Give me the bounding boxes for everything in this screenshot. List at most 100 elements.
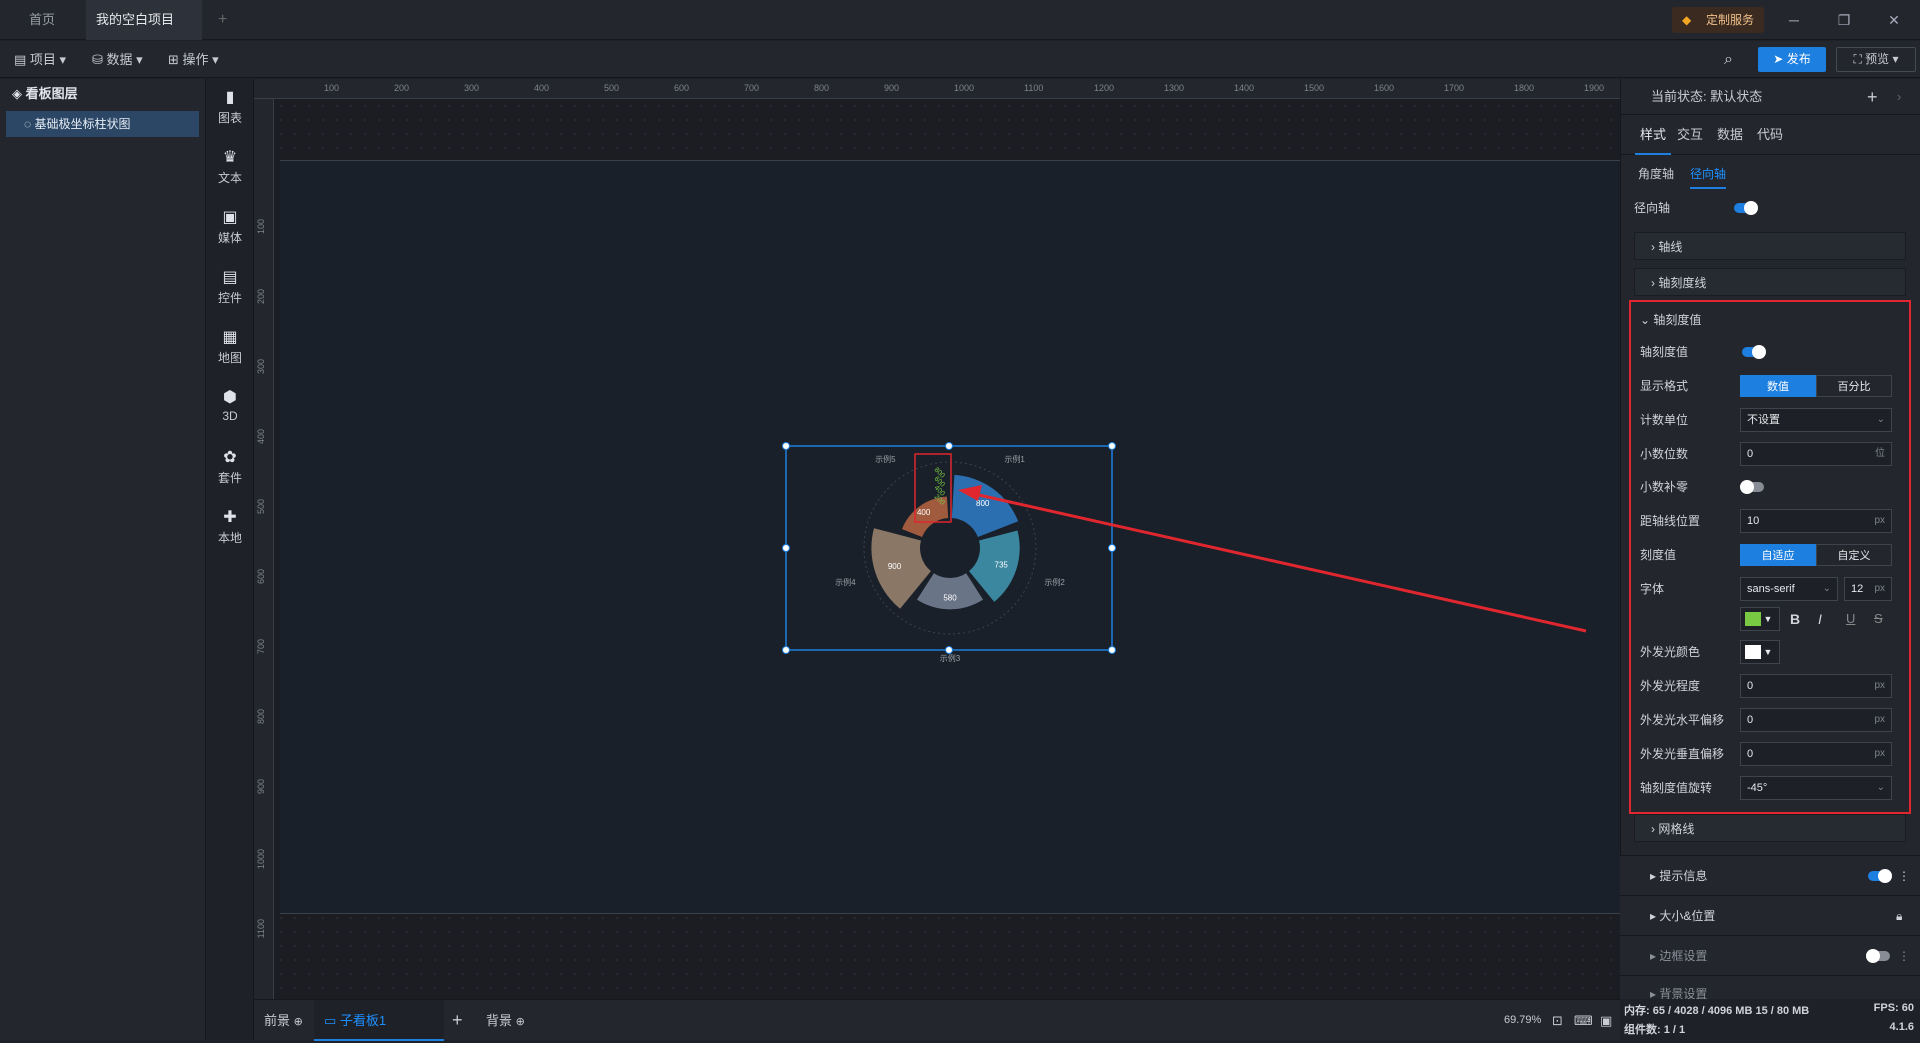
glow-h-input[interactable]: 0 px: [1740, 708, 1892, 732]
section-axis-line[interactable]: › 轴线: [1634, 232, 1906, 260]
add-subboard-button[interactable]: +: [452, 1000, 463, 1041]
section-grid[interactable]: › 网格线: [1634, 814, 1906, 842]
category-label: 示例4: [835, 577, 856, 587]
strikethrough-button[interactable]: S: [1874, 606, 1894, 632]
tab-style[interactable]: 样式: [1635, 115, 1671, 155]
polar-bar[interactable]: [916, 573, 984, 610]
radial-axis-row: 径向轴: [1634, 195, 1914, 221]
resize-handle[interactable]: [945, 442, 953, 450]
zero-pad-toggle[interactable]: [1740, 480, 1764, 494]
tooltip-toggle[interactable]: [1868, 869, 1892, 883]
tab-interaction[interactable]: 交互: [1677, 115, 1703, 155]
group-border[interactable]: ▸ 边框设置 ⋮: [1620, 935, 1920, 975]
rotate-select[interactable]: -45° ⌄: [1740, 776, 1892, 800]
fit-screen-icon[interactable]: ⊡: [1552, 1000, 1563, 1041]
axis-subtabs: 角度轴 径向轴: [1634, 159, 1919, 189]
font-family-select[interactable]: sans-serif ⌄: [1740, 577, 1838, 601]
close-icon[interactable]: ✕: [1872, 0, 1916, 40]
component-cube[interactable]: ⬢ 3D: [206, 387, 254, 423]
zoom-level[interactable]: 69.79%: [1504, 1000, 1541, 1041]
group-size-position[interactable]: ▸ 大小&位置 🔒︎: [1620, 895, 1920, 935]
component-bar: ▮ 图表 ♛ 文本 ▣ 媒体 ▤ 控件 ▦ 地图 ⬢ 3D ✿ 套件 ✚ 本地: [206, 79, 254, 1040]
main-toolbar: ▤ 项目 ▾ ⛁ 数据 ▾ ⊞ 操作 ▾ ⌕ ➤ 发布 ⛶ 预览 ▾: [0, 41, 1920, 78]
underline-button[interactable]: U: [1846, 606, 1866, 632]
status-bar: 内存: 65 / 4028 / 4096 MB 15 / 80 MB FPS: …: [1620, 999, 1920, 1040]
resize-handle[interactable]: [1108, 442, 1116, 450]
resize-handle[interactable]: [945, 646, 953, 654]
subboard-tab[interactable]: ▭ 子看板1: [314, 1000, 444, 1041]
more-icon[interactable]: ⋮: [1898, 936, 1910, 976]
font-size-input[interactable]: 12 px: [1844, 577, 1892, 601]
component-puzzle[interactable]: ✚ 本地: [206, 507, 254, 546]
publish-button[interactable]: ➤ 发布: [1758, 47, 1826, 72]
tab-project[interactable]: 我的空白项目: [86, 0, 202, 65]
border-toggle[interactable]: [1866, 949, 1890, 963]
add-state-icon[interactable]: +: [1867, 79, 1878, 115]
terminal-icon[interactable]: ▣: [1600, 1000, 1612, 1041]
tick-adaptive-button[interactable]: 自适应: [1740, 544, 1816, 566]
more-icon[interactable]: ⋮: [1898, 856, 1910, 896]
layer-item[interactable]: ◌ 基础极坐标柱状图: [6, 111, 199, 137]
glow-color-picker[interactable]: ▼: [1740, 640, 1780, 664]
component-chart[interactable]: ▮ 图表: [206, 87, 254, 126]
glow-h-label: 外发光水平偏移: [1640, 713, 1725, 727]
ruler-tick-label: 1000: [256, 849, 266, 870]
foreground-tab[interactable]: 前景 ⊕: [264, 1000, 303, 1041]
bold-button[interactable]: B: [1790, 606, 1810, 632]
minimize-icon[interactable]: ─: [1772, 0, 1816, 40]
selection-box[interactable]: [785, 445, 1113, 651]
resize-handle[interactable]: [782, 646, 790, 654]
component-text[interactable]: ♛ 文本: [206, 147, 254, 186]
resize-handle[interactable]: [1108, 544, 1116, 552]
menu-project[interactable]: ▤ 项目 ▾: [14, 41, 66, 78]
menu-data[interactable]: ⛁ 数据 ▾: [92, 41, 143, 78]
decimals-input[interactable]: 0位: [1740, 442, 1892, 466]
tab-data[interactable]: 数据: [1717, 115, 1743, 155]
resize-handle[interactable]: [782, 544, 790, 552]
font-color-picker[interactable]: ▼: [1740, 607, 1780, 631]
subtab-radial-axis[interactable]: 径向轴: [1690, 159, 1727, 189]
component-control[interactable]: ▤ 控件: [206, 267, 254, 306]
format-percent-button[interactable]: 百分比: [1816, 375, 1892, 397]
radial-axis-toggle[interactable]: [1734, 201, 1758, 215]
subtab-angle-axis[interactable]: 角度轴: [1638, 159, 1674, 189]
format-value-button[interactable]: 数值: [1740, 375, 1816, 397]
chevron-right-icon[interactable]: ›: [1897, 79, 1901, 115]
custom-service-button[interactable]: ◆ 定制服务: [1672, 7, 1765, 33]
group-background[interactable]: ▸ 背景设置: [1620, 975, 1920, 999]
canvas-area[interactable]: 800 示例1 735 示例2 580 示例3 900 示例4 400 示例5 800 600 400 2…: [274, 99, 1620, 999]
font-size-unit: px: [1874, 583, 1885, 594]
keyboard-icon[interactable]: ⌨: [1574, 1000, 1593, 1041]
control-icon: ▤: [222, 269, 238, 286]
bar-value-label: 735: [995, 561, 1009, 570]
tick-custom-button[interactable]: 自定义: [1816, 544, 1892, 566]
resize-handle[interactable]: [1108, 646, 1116, 654]
preview-button[interactable]: ⛶ 预览 ▾: [1836, 47, 1916, 72]
background-tab[interactable]: 背景 ⊕: [486, 1000, 525, 1041]
menu-operate[interactable]: ⊞ 操作 ▾: [168, 41, 219, 78]
component-label: 本地: [217, 531, 242, 545]
tab-code[interactable]: 代码: [1757, 115, 1783, 155]
axis-label-toggle[interactable]: [1742, 345, 1766, 359]
add-tab-button[interactable]: +: [208, 0, 237, 40]
section-axis-label[interactable]: ⌄ 轴刻度值: [1640, 307, 1920, 333]
search-icon[interactable]: ⌕: [1724, 41, 1733, 78]
ruler-tick-label: 1700: [1444, 83, 1465, 93]
ruler-tick-label: 100: [324, 83, 340, 93]
tab-home[interactable]: 首页: [0, 0, 84, 40]
resize-handle[interactable]: [782, 442, 790, 450]
component-media[interactable]: ▣ 媒体: [206, 207, 254, 246]
component-map[interactable]: ▦ 地图: [206, 327, 254, 366]
lock-icon[interactable]: 🔒︎: [1896, 896, 1902, 936]
component-kit[interactable]: ✿ 套件: [206, 447, 254, 486]
restore-icon[interactable]: ❐: [1822, 0, 1866, 40]
count-unit-select[interactable]: 不设置 ⌄: [1740, 408, 1892, 432]
glow-v-input[interactable]: 0 px: [1740, 742, 1892, 766]
tick-value-label: 刻度值: [1640, 548, 1677, 562]
group-tooltip[interactable]: ▸ 提示信息 ⋮: [1620, 855, 1920, 895]
component-label: 控件: [217, 291, 242, 305]
section-axis-tick[interactable]: › 轴刻度线: [1634, 268, 1906, 296]
distance-input[interactable]: 10 px: [1740, 509, 1892, 533]
glow-level-input[interactable]: 0 px: [1740, 674, 1892, 698]
italic-button[interactable]: I: [1818, 606, 1838, 632]
